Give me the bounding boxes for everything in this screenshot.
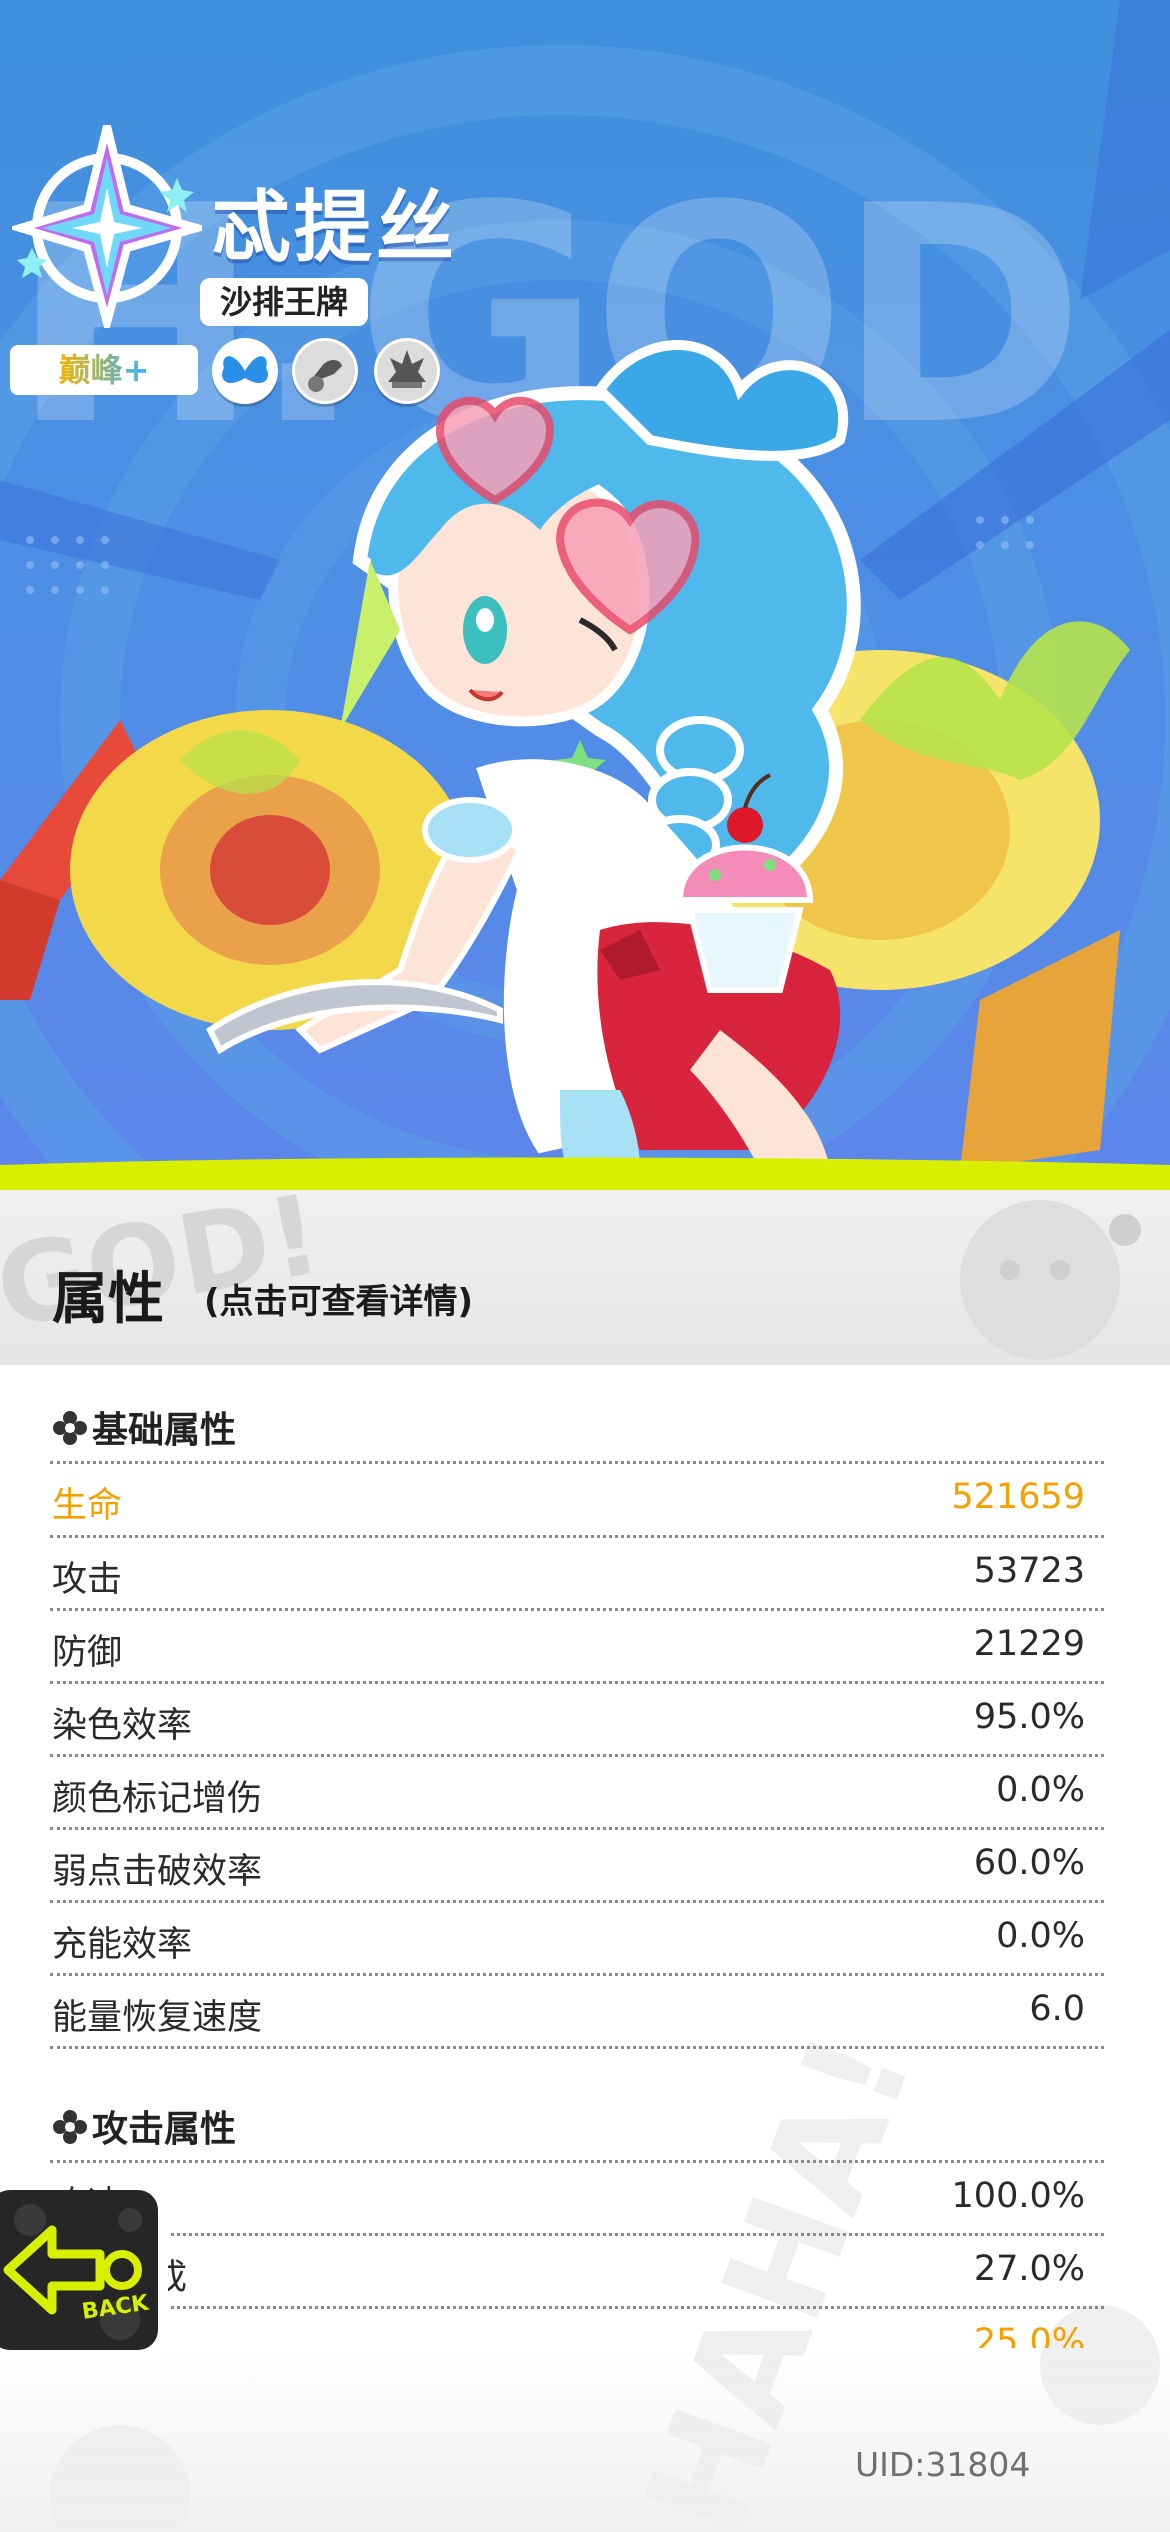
stat-value: 27.0% [973, 2249, 1085, 2289]
bottom-fade [0, 2345, 1170, 2532]
stat-label: 颜色标记增伤 [52, 1779, 263, 1819]
stat-value: 95.0% [973, 1697, 1085, 1737]
stat-row-attack-speed[interactable]: 攻速 100.0% [52, 2162, 1085, 2235]
stat-row-attack[interactable]: 攻击 53723 [52, 1537, 1085, 1610]
stat-row-hp[interactable]: 生命 521659 [52, 1463, 1085, 1536]
stat-label: 能量恢复速度 [52, 1998, 263, 2038]
stat-label: 充能效率 [52, 1925, 193, 1965]
stat-row-charge-efficiency[interactable]: 充能效率 0.0% [52, 1902, 1085, 1975]
back-button[interactable]: BACK [0, 2190, 170, 2370]
stat-value: 21229 [973, 1624, 1085, 1664]
stat-row-defense[interactable]: 防御 21229 [52, 1610, 1085, 1683]
stat-value: 60.0% [973, 1843, 1085, 1883]
rank-emblem [12, 125, 202, 328]
stat-row-crit[interactable]: 成 27.0% [52, 2235, 1085, 2308]
section-basic-title: 基础属性 [52, 1401, 236, 1453]
stat-value: 0.0% [996, 1916, 1085, 1956]
stat-value: 53723 [973, 1551, 1085, 1591]
attributes-hint: (点击可查看详情) [204, 1282, 474, 1322]
section-attack-title: 攻击属性 [52, 2100, 236, 2152]
stat-value: 25.0% [973, 2322, 1085, 2348]
flower-icon [53, 2110, 87, 2144]
stat-row-partial[interactable]: 25.0% [52, 2308, 1085, 2348]
flame-icon[interactable] [374, 338, 440, 404]
divider [50, 2046, 1104, 2049]
attributes-title: 属性 [52, 1267, 164, 1332]
user-id: UID:31804 [855, 2445, 1031, 2484]
character-title-badge: 沙排王牌 [200, 278, 369, 326]
section-basic-label: 基础属性 [92, 1410, 237, 1451]
stat-row-weakpoint-break[interactable]: 弱点击破效率 60.0% [52, 1829, 1085, 1902]
character-hero: H.GOD 忒提丝 沙排王牌 巅峰+ [0, 0, 1170, 1170]
attributes-panel: HAHA! 基础属性 生命 521659 攻击 53723 防御 21229 染… [0, 1365, 1170, 2532]
stat-label: 生命 [52, 1486, 123, 1526]
header-decoration: GOD! [0, 1190, 1141, 1360]
stat-label: 防御 [52, 1633, 123, 1673]
tier-label: 巅峰+ [58, 351, 150, 389]
stat-value: 100.0% [951, 2176, 1085, 2216]
stat-label: 染色效率 [52, 1706, 193, 1746]
stat-row-color-mark-damage[interactable]: 颜色标记增伤 0.0% [52, 1756, 1085, 1829]
tier-badge: 巅峰+ [10, 345, 198, 395]
stat-value: 521659 [951, 1477, 1085, 1517]
section-attack-label: 攻击属性 [92, 2109, 237, 2150]
flower-icon [53, 1411, 87, 1445]
butterfly-icon[interactable] [212, 338, 278, 404]
stat-row-energy-recovery[interactable]: 能量恢复速度 6.0 [52, 1975, 1085, 2048]
svg-text:GOD!: GOD! [0, 1190, 330, 1353]
attributes-header[interactable]: GOD! 属性 (点击可查看详情) [0, 1190, 1170, 1365]
stat-label: 攻击 [52, 1560, 123, 1600]
stat-value: 0.0% [996, 1770, 1085, 1810]
character-name: 忒提丝 [212, 183, 459, 273]
stat-row-dye-efficiency[interactable]: 染色效率 95.0% [52, 1683, 1085, 1756]
character-illustration [206, 340, 861, 1170]
cannon-icon[interactable] [292, 338, 358, 404]
stat-label: 弱点击破效率 [52, 1852, 263, 1892]
stat-value: 6.0 [1029, 1989, 1085, 2029]
